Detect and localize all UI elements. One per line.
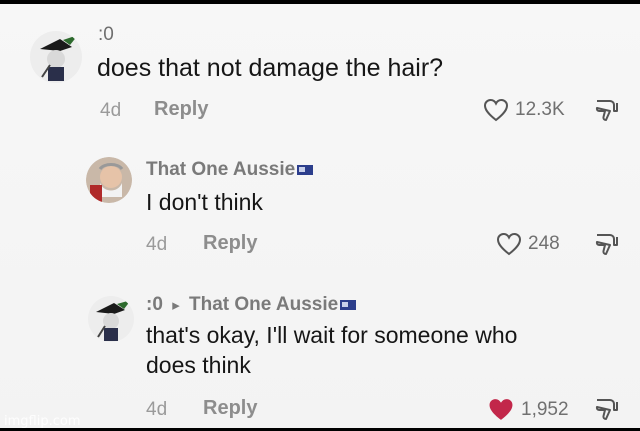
reply-button[interactable]: Reply [203,397,257,420]
heart-icon [496,232,522,256]
dislike-button[interactable] [594,231,620,262]
avatar[interactable] [30,31,82,83]
comment-text-line-1: that's okay, I'll wait for someone who [146,322,518,348]
reply-to-username[interactable]: That One Aussie [189,294,338,315]
comment-username[interactable]: :0 [98,24,114,46]
comments-screen: :0 does that not damage the hair? 4d Rep… [0,4,640,428]
comment-username: :0 ▸ That One Aussie [146,294,357,316]
like-button[interactable]: 1,952 [487,397,569,422]
thumbs-down-icon [595,100,618,121]
comment-age: 4d [100,100,122,121]
comment-text: I don't think [146,189,263,215]
comment-age: 4d [146,234,168,255]
heart-icon [483,98,509,122]
comment-1: :0 does that not damage the hair? 4d Rep… [0,4,640,124]
reply-button[interactable]: Reply [154,98,208,121]
australia-flag-icon [340,299,357,310]
comment-text: does that not damage the hair? [97,54,444,82]
like-button[interactable]: 12.3K [483,98,565,122]
comment-text-line-2: does think [146,352,251,378]
comment-3: :0 ▸ That One Aussie that's okay, I'll w… [0,286,640,428]
avatar[interactable] [88,296,134,342]
comment-2: That One Aussie I don't think 4d Reply 2… [0,144,640,264]
username-text: That One Aussie [146,159,296,180]
avatar[interactable] [86,157,132,203]
thumbs-down-icon [595,399,618,420]
watermark: imgflip.com [4,414,81,429]
like-button[interactable]: 248 [496,232,560,256]
heart-filled-icon [489,399,513,420]
like-count: 1,952 [521,398,569,420]
reply-button[interactable]: Reply [203,232,257,255]
username-text[interactable]: :0 [146,294,163,315]
like-count: 12.3K [515,99,565,120]
dislike-button[interactable] [594,97,620,128]
reply-arrow-icon: ▸ [172,297,180,314]
dislike-button[interactable] [594,396,620,427]
comment-username[interactable]: That One Aussie [146,159,314,181]
thumbs-down-icon [595,234,618,255]
like-count: 248 [528,233,560,254]
australia-flag-icon [297,164,314,175]
comment-age: 4d [146,399,168,420]
